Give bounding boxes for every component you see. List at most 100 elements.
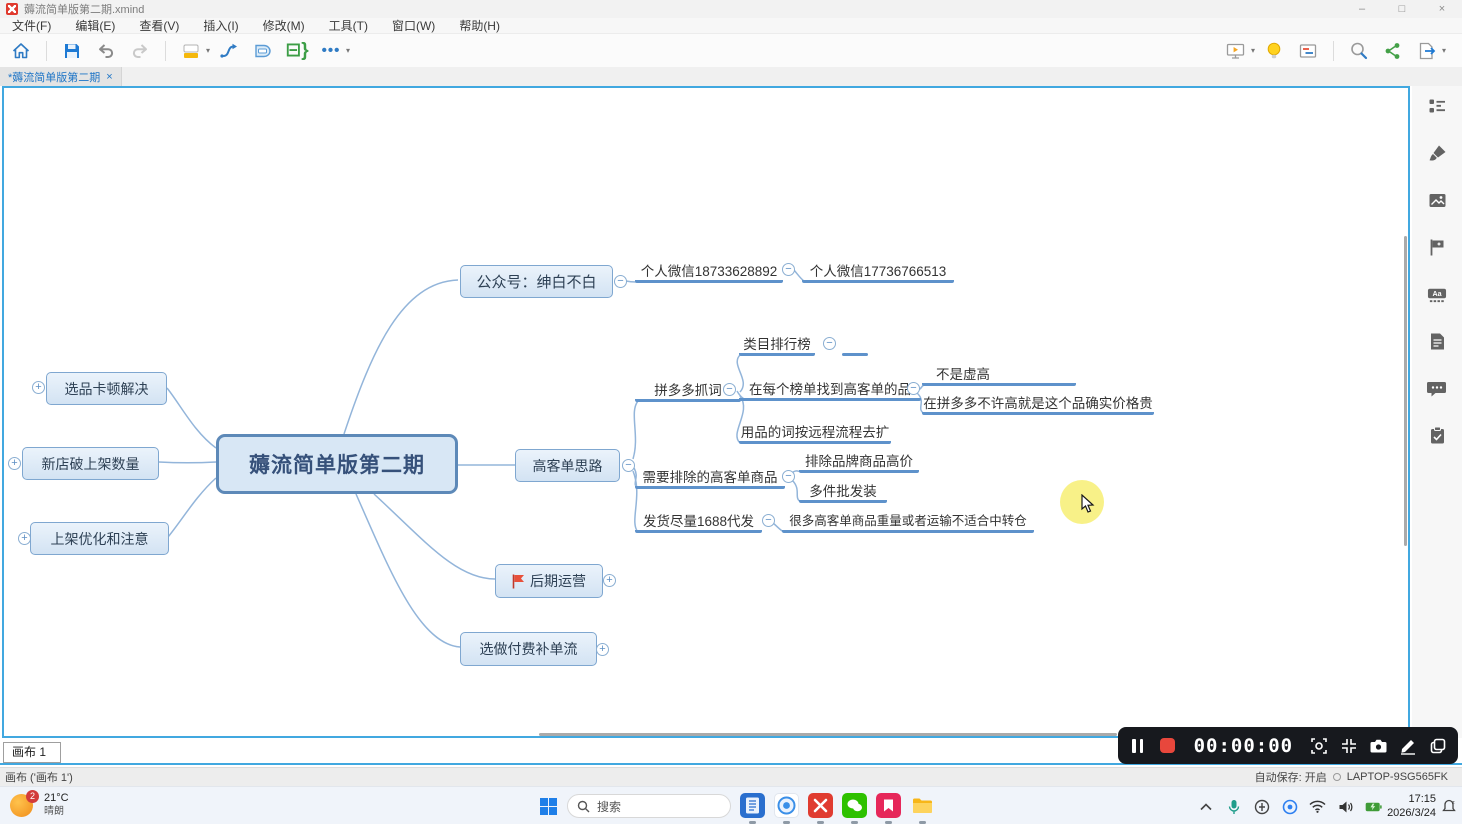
collapse-toggle[interactable]: − xyxy=(723,383,736,396)
collapse-toggle[interactable]: − xyxy=(823,337,836,350)
topic-wechat2[interactable]: 个人微信17736766513 xyxy=(802,262,954,283)
tab-close-icon[interactable]: × xyxy=(106,71,112,83)
topic-ship-reason[interactable]: 很多高客单商品重量或者运输不适合中转仓 xyxy=(782,512,1034,533)
screenshot-button[interactable] xyxy=(1369,736,1389,756)
menu-edit[interactable]: 编辑(E) xyxy=(63,18,127,34)
marker-panel-button[interactable] xyxy=(1427,237,1447,257)
menu-insert[interactable]: 插入(I) xyxy=(191,18,250,34)
presentation-dropdown-arrow[interactable]: ▾ xyxy=(1251,46,1255,55)
menu-view[interactable]: 查看(V) xyxy=(127,18,191,34)
topic-bulk[interactable]: 多件批发装 xyxy=(799,482,887,503)
label-panel-button[interactable]: Aa xyxy=(1427,284,1447,304)
redo-button[interactable] xyxy=(127,38,153,64)
presentation-button[interactable] xyxy=(1223,38,1249,64)
start-button[interactable] xyxy=(537,795,559,817)
sheet-dropdown-arrow[interactable]: ▾ xyxy=(206,46,210,55)
topic-expensive[interactable]: 在拼多多不许高就是这个品确实价格贵 xyxy=(922,394,1154,415)
share-button[interactable] xyxy=(1380,38,1406,64)
minimize-recorder-button[interactable] xyxy=(1339,736,1359,756)
expand-toggle[interactable]: + xyxy=(32,381,45,394)
home-button[interactable] xyxy=(8,38,34,64)
taskbar-app-pink[interactable] xyxy=(876,793,901,818)
restore-button[interactable]: □ xyxy=(1382,0,1422,18)
topic-exclude[interactable]: 需要排除的高客单商品 xyxy=(635,468,785,489)
topic-ship[interactable]: 发货尽量1688代发 xyxy=(635,512,762,533)
mindmap-canvas[interactable]: 薅流简单版第二期 公众号：绅白不白 − 个人微信18733628892 − 个人… xyxy=(2,86,1410,738)
topic-fufei[interactable]: 选做付费补单流 xyxy=(460,632,597,666)
image-panel-button[interactable] xyxy=(1427,190,1447,210)
app-tray-icon[interactable] xyxy=(1281,798,1298,815)
region-select-button[interactable] xyxy=(1309,736,1329,756)
topic-wechat1[interactable]: 个人微信18733628892 xyxy=(635,262,783,283)
idea-button[interactable] xyxy=(1261,38,1287,64)
weather-widget[interactable]: 2 21°C 晴朗 xyxy=(10,791,69,818)
collapse-toggle[interactable]: − xyxy=(907,382,920,395)
taskbar-search[interactable]: 搜索 xyxy=(567,794,731,818)
wifi-icon[interactable] xyxy=(1309,798,1326,815)
collapse-toggle[interactable]: − xyxy=(622,459,635,472)
sheet-tab-canvas1[interactable]: 画布 1 xyxy=(3,742,61,763)
document-tab[interactable]: *薅流简单版第二期 × xyxy=(0,67,122,86)
menu-window[interactable]: 窗口(W) xyxy=(380,18,447,34)
taskbar-app-xmind[interactable] xyxy=(808,793,833,818)
topic-leimu[interactable]: 类目排行榜 xyxy=(739,335,815,356)
relationship-button[interactable] xyxy=(216,38,242,64)
volume-icon[interactable] xyxy=(1337,798,1354,815)
microphone-icon[interactable] xyxy=(1225,798,1242,815)
export-button[interactable] xyxy=(1414,38,1440,64)
taskbar-app-explorer[interactable] xyxy=(910,793,935,818)
topic-shangjia[interactable]: 上架优化和注意 xyxy=(30,522,169,555)
zoom-button[interactable] xyxy=(1346,38,1372,64)
menu-modify[interactable]: 修改(M) xyxy=(251,18,317,34)
collapse-toggle[interactable]: − xyxy=(782,470,795,483)
topic-houqi[interactable]: 后期运营 xyxy=(495,564,603,598)
export-dropdown-arrow[interactable]: ▾ xyxy=(1442,46,1446,55)
notes-panel-button[interactable] xyxy=(1427,331,1447,351)
boundary-button[interactable] xyxy=(250,38,276,64)
outline-panel-button[interactable] xyxy=(1427,96,1447,116)
topic-xindian[interactable]: 新店破上架数量 xyxy=(22,447,159,480)
draw-button[interactable] xyxy=(1398,736,1418,756)
battery-icon[interactable] xyxy=(1365,798,1382,815)
more-tools-button[interactable]: ••• xyxy=(318,38,344,64)
vertical-scrollbar[interactable] xyxy=(1404,236,1407,546)
expand-toggle[interactable]: + xyxy=(8,457,21,470)
topic-gaokedan[interactable]: 高客单思路 xyxy=(515,449,620,482)
topic-extend[interactable]: 用品的词按远程流程去扩 xyxy=(739,423,891,444)
expand-toggle[interactable]: + xyxy=(596,643,609,656)
input-method-icon[interactable] xyxy=(1253,798,1270,815)
summary-button[interactable]: ⊟} xyxy=(284,38,310,64)
topic-brand[interactable]: 排除品牌商品高价 xyxy=(799,452,919,473)
stop-recording-button[interactable] xyxy=(1158,736,1178,756)
collapse-toggle[interactable]: − xyxy=(782,263,795,276)
more-dropdown-arrow[interactable]: ▾ xyxy=(346,46,350,55)
pause-recording-button[interactable] xyxy=(1128,736,1148,756)
taskbar-app-wechat[interactable] xyxy=(842,793,867,818)
expand-toggle[interactable]: + xyxy=(603,574,616,587)
topic-gongzhonghao[interactable]: 公众号：绅白不白 xyxy=(460,265,613,298)
horizontal-scrollbar[interactable] xyxy=(539,733,1117,736)
topic-xuanpin[interactable]: 选品卡顿解决 xyxy=(46,372,167,405)
topic-notfake[interactable]: 不是虚高 xyxy=(922,365,1076,386)
menu-file[interactable]: 文件(F) xyxy=(0,18,63,34)
close-button[interactable]: × xyxy=(1422,0,1462,18)
central-topic[interactable]: 薅流简单版第二期 xyxy=(216,434,458,494)
minimize-button[interactable]: – xyxy=(1342,0,1382,18)
format-panel-button[interactable] xyxy=(1427,143,1447,163)
notification-icon[interactable]: z xyxy=(1441,798,1457,819)
taskbar-app-notepad[interactable] xyxy=(740,793,765,818)
collapse-toggle[interactable]: − xyxy=(614,275,627,288)
taskbar-clock[interactable]: 17:15 2026/3/24 xyxy=(1387,792,1436,820)
undo-button[interactable] xyxy=(93,38,119,64)
save-button[interactable] xyxy=(59,38,85,64)
comments-panel-button[interactable] xyxy=(1427,378,1447,398)
menu-tools[interactable]: 工具(T) xyxy=(317,18,380,34)
windows-switch-button[interactable] xyxy=(1428,736,1448,756)
topic-bangdan[interactable]: 在每个榜单找到高客单的品 xyxy=(739,380,921,401)
taskbar-app-browser[interactable] xyxy=(774,793,799,818)
collapse-toggle[interactable]: − xyxy=(762,514,775,527)
menu-help[interactable]: 帮助(H) xyxy=(447,18,512,34)
tray-chevron-up-icon[interactable] xyxy=(1197,798,1214,815)
note-panel-button[interactable] xyxy=(1295,38,1321,64)
sheet-button[interactable] xyxy=(178,38,204,64)
